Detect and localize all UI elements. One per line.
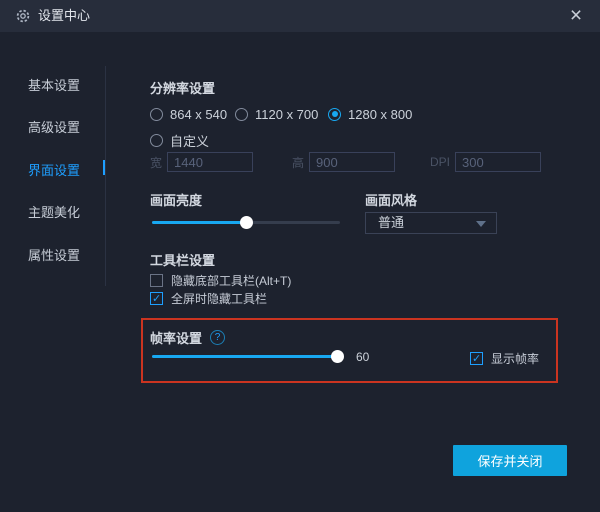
height-input[interactable] (309, 152, 396, 172)
sidebar-item-label: 高级设置 (28, 120, 81, 135)
field-label: 宽 (150, 155, 163, 170)
chevron-down-icon (476, 221, 486, 227)
sidebar-item-label: 主题美化 (28, 205, 81, 220)
help-icon[interactable]: ? (210, 330, 226, 345)
framerate-section-title: 帧率设置 (150, 331, 203, 346)
checkbox-label: 全屏时隐藏工具栏 (171, 291, 268, 306)
titlebar: 设置中心 × (0, 0, 600, 32)
radio-icon[interactable] (328, 107, 341, 121)
resolution-field: 宽 (150, 151, 254, 173)
framerate-value: 60 (356, 350, 370, 364)
sidebar-divider (105, 66, 106, 286)
slider-thumb[interactable] (240, 216, 253, 229)
slider-thumb[interactable] (331, 350, 344, 363)
close-icon[interactable]: × (564, 2, 588, 30)
checkbox-icon[interactable] (150, 291, 163, 305)
sidebar-item-label: 属性设置 (28, 248, 81, 263)
slider-fill (152, 216, 253, 229)
window-title: 设置中心 (38, 8, 91, 23)
slider-track[interactable] (152, 216, 340, 229)
brightness-slider[interactable] (152, 215, 340, 229)
sidebar-item-label: 界面设置 (28, 163, 81, 178)
sidebar-item-advanced[interactable]: 高级设置 (28, 117, 104, 135)
sidebar-item-label: 基本设置 (28, 78, 81, 93)
radio-option-1[interactable]: 864 x 540 (150, 106, 227, 122)
checkbox-icon[interactable] (470, 351, 483, 365)
checkbox-label: 显示帧率 (491, 351, 540, 366)
brightness-label: 画面亮度 (150, 193, 203, 208)
dpi-input[interactable] (455, 152, 542, 172)
slider-track[interactable] (152, 350, 344, 363)
toolbar-section-title: 工具栏设置 (150, 253, 216, 268)
hide-bottom-toolbar-checkbox[interactable]: 隐藏底部工具栏(Alt+T) (150, 272, 291, 288)
fullscreen-hide-toolbar-checkbox[interactable]: 全屏时隐藏工具栏 (150, 290, 267, 306)
dropdown-value: 普通 (378, 215, 405, 230)
width-input[interactable] (167, 152, 254, 172)
gear-icon (15, 8, 31, 24)
radio-icon[interactable] (150, 133, 163, 147)
framerate-slider[interactable] (152, 349, 344, 363)
radio-option-custom[interactable]: 自定义 (150, 132, 210, 149)
resolution-field: DPI (430, 151, 542, 173)
resolution-section-title: 分辨率设置 (150, 81, 216, 96)
radio-option-label: 864 x 540 (170, 106, 228, 122)
sidebar-item-property[interactable]: 属性设置 (28, 245, 104, 263)
radio-option-3[interactable]: 1280 x 800 (328, 106, 412, 122)
style-label: 画面风格 (365, 193, 418, 208)
settings-window: 设置中心 × 基本设置高级设置界面设置主题美化属性设置 分辨率设置 864 x … (0, 0, 600, 512)
sidebar-item-theme[interactable]: 主题美化 (28, 202, 104, 220)
field-label: 高 (292, 155, 305, 170)
radio-option-label: 1120 x 700 (255, 106, 319, 122)
field-label: DPI (430, 155, 451, 169)
checkbox-label: 隐藏底部工具栏(Alt+T) (171, 273, 292, 288)
style-dropdown[interactable]: 普通 (365, 212, 497, 234)
radio-option-label: 1280 x 800 (348, 106, 413, 122)
checkbox-icon[interactable] (150, 273, 163, 287)
resolution-field: 高 (292, 151, 396, 173)
show-framerate-checkbox[interactable]: 显示帧率 (470, 350, 539, 366)
radio-icon[interactable] (235, 107, 248, 121)
sidebar-item-basic[interactable]: 基本设置 (28, 75, 104, 93)
radio-option-2[interactable]: 1120 x 700 (235, 106, 318, 122)
radio-icon[interactable] (150, 107, 163, 121)
slider-fill (152, 350, 344, 363)
framerate-section: 帧率设置 ? (150, 328, 226, 347)
radio-option-label: 自定义 (170, 133, 210, 149)
sidebar-item-interface[interactable]: 界面设置 (28, 160, 106, 178)
save-close-button[interactable]: 保存并关闭 (453, 445, 567, 476)
